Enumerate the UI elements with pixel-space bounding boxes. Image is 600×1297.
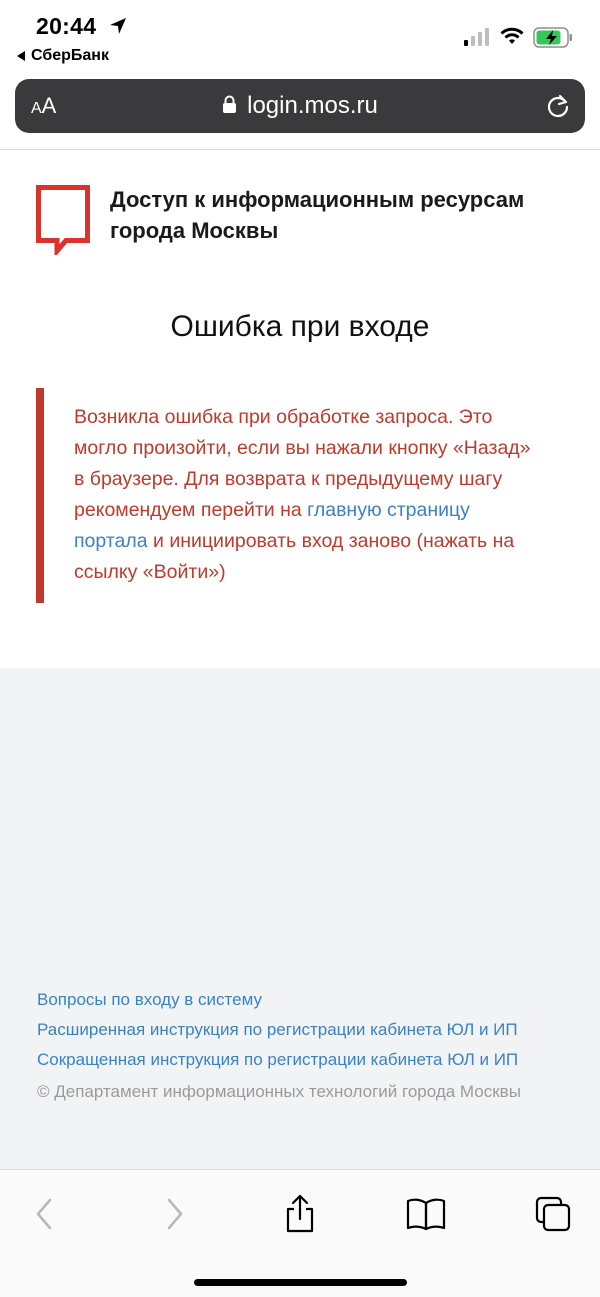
footer-link-login-questions[interactable]: Вопросы по входу в систему: [37, 990, 577, 1010]
error-message: Возникла ошибка при обработке запроса. Э…: [74, 406, 531, 583]
share-icon: [286, 1194, 314, 1233]
wifi-icon: [500, 27, 524, 44]
browser-toolbar: [0, 1169, 600, 1297]
tabs-button[interactable]: [533, 1194, 573, 1234]
share-button[interactable]: [280, 1194, 320, 1234]
tabs-icon: [535, 1196, 571, 1232]
status-bar: 20:44 СберБанк: [0, 0, 600, 72]
bookmarks-icon: [406, 1198, 446, 1231]
home-indicator: [194, 1279, 407, 1286]
reload-icon[interactable]: [545, 93, 571, 119]
address-bar[interactable]: AA login.mos.ru: [15, 79, 585, 133]
status-time: 20:44: [36, 13, 97, 39]
back-to-app-link[interactable]: СберБанк: [17, 47, 109, 65]
bookmarks-button[interactable]: [406, 1194, 446, 1234]
back-button[interactable]: [24, 1194, 64, 1234]
back-app-label: СберБанк: [31, 47, 109, 64]
footer-link-extended-instruction[interactable]: Расширенная инструкция по регистрации ка…: [37, 1020, 577, 1040]
footer: Вопросы по входу в систему Расширенная и…: [0, 668, 600, 1169]
url-text: login.mos.ru: [247, 92, 378, 119]
back-triangle-icon: [17, 51, 25, 61]
location-arrow-icon: [110, 18, 126, 34]
battery-charging-icon: [533, 27, 572, 48]
mos-logo-icon: [36, 185, 90, 255]
copyright: © Департамент информационных технологий …: [37, 1082, 521, 1101]
footer-link-short-instruction[interactable]: Сокращенная инструкция по регистрации ка…: [37, 1050, 577, 1070]
cellular-signal-icon: [464, 28, 489, 46]
page-title: Ошибка при входе: [170, 310, 430, 343]
forward-icon: [167, 1198, 183, 1230]
error-message-box: Возникла ошибка при обработке запроса. Э…: [36, 388, 566, 603]
toolbar-divider: [0, 149, 600, 150]
lock-icon: [223, 95, 237, 113]
footer-links: Вопросы по входу в систему Расширенная и…: [37, 990, 577, 1104]
url-field[interactable]: login.mos.ru: [15, 92, 585, 120]
back-icon: [36, 1198, 52, 1230]
forward-button[interactable]: [155, 1194, 195, 1234]
site-title: Доступ к информационным ресурсам города …: [110, 187, 525, 243]
